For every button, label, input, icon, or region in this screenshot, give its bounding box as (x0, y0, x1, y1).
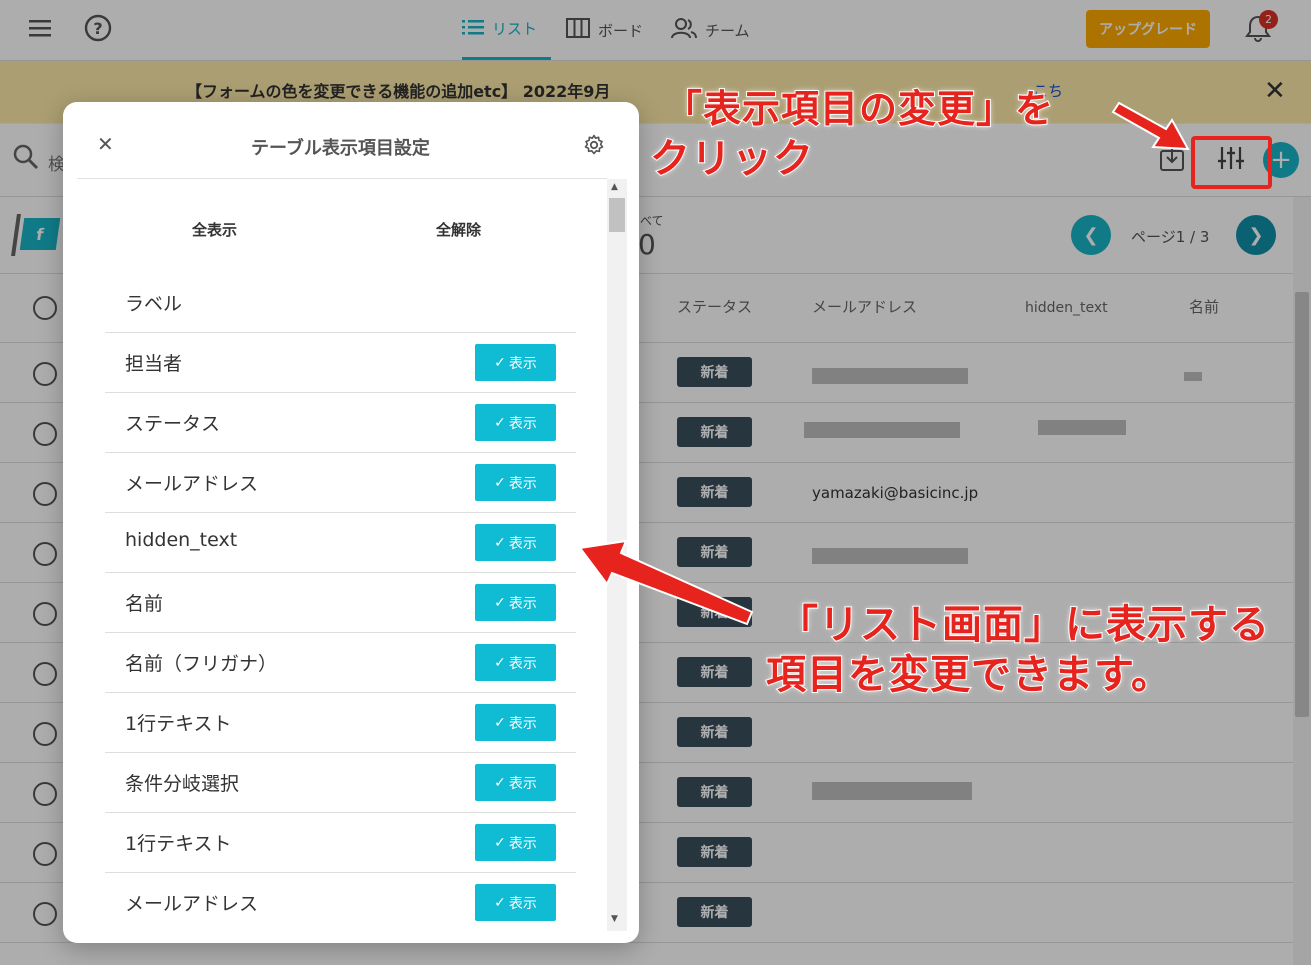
arrow-to-modal (578, 539, 754, 626)
annotation-top-line1: 「表示項目の変更」を (663, 86, 1055, 132)
annotation-bottom-line2: 項目を変更できます。 (765, 651, 1172, 699)
arrow-to-settings-button (1111, 101, 1190, 151)
annotation-top-line2: クリック (649, 135, 814, 183)
